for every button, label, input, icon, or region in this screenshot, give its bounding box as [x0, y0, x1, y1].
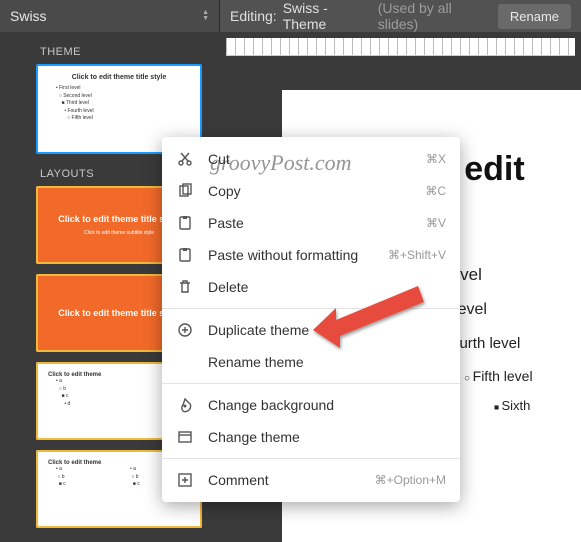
context-menu-separator: [162, 308, 460, 309]
bullet-level-6[interactable]: Sixth: [494, 398, 581, 413]
paste-icon: [176, 214, 194, 232]
context-menu: Cut ⌘X Copy ⌘C Paste ⌘V Paste without formatti…: [162, 137, 460, 502]
context-menu-item-paste[interactable]: Paste ⌘V: [162, 207, 460, 239]
thumb-bullets: • a ○ b ■ c: [48, 466, 116, 489]
context-menu-label: Delete: [208, 279, 446, 295]
context-menu-item-duplicate-theme[interactable]: Duplicate theme: [162, 314, 460, 346]
dupe-icon: [176, 321, 194, 339]
context-menu-shortcut: ⌘C: [425, 184, 446, 198]
context-menu-separator: [162, 458, 460, 459]
context-menu-item-change-theme[interactable]: Change theme: [162, 421, 460, 453]
theme-icon: [176, 428, 194, 446]
editing-prefix: Editing:: [230, 8, 277, 24]
context-menu-label: Change background: [208, 397, 446, 413]
context-menu-shortcut: ⌘X: [426, 152, 446, 166]
theme-selector[interactable]: Swiss ▲▼: [0, 0, 220, 32]
context-menu-label: Rename theme: [208, 354, 446, 370]
context-menu-label: Comment: [208, 472, 361, 488]
context-menu-item-cut[interactable]: Cut ⌘X: [162, 143, 460, 175]
context-menu-shortcut: ⌘+Option+M: [375, 473, 446, 487]
cut-icon: [176, 150, 194, 168]
context-menu-item-copy[interactable]: Copy ⌘C: [162, 175, 460, 207]
context-menu-item-paste-without-formatting[interactable]: Paste without formatting ⌘+Shift+V: [162, 239, 460, 271]
context-menu-label: Change theme: [208, 429, 446, 445]
context-menu-label: Duplicate theme: [208, 322, 446, 338]
paste-icon: [176, 246, 194, 264]
rename-button[interactable]: Rename: [498, 4, 571, 29]
context-menu-label: Copy: [208, 183, 411, 199]
copy-icon: [176, 182, 194, 200]
bullet-level-5[interactable]: Fifth level: [464, 368, 581, 384]
horizontal-ruler[interactable]: [226, 38, 575, 56]
editing-detail: (Used by all slides): [378, 0, 492, 32]
context-menu-shortcut: ⌘+Shift+V: [388, 248, 446, 262]
chevron-updown-icon: ▲▼: [202, 10, 209, 22]
delete-icon: [176, 278, 194, 296]
theme-selector-label: Swiss: [10, 8, 47, 24]
context-menu-item-comment[interactable]: Comment ⌘+Option+M: [162, 464, 460, 496]
context-menu-item-change-background[interactable]: Change background: [162, 389, 460, 421]
theme-section-label: THEME: [0, 42, 220, 64]
context-menu-item-delete[interactable]: Delete: [162, 271, 460, 303]
comment-icon: [176, 471, 194, 489]
editing-header: Editing: Swiss - Theme (Used by all slid…: [220, 0, 581, 32]
thumb-title: Click to edit theme title style: [48, 74, 190, 81]
context-menu-label: Paste: [208, 215, 412, 231]
context-menu-separator: [162, 383, 460, 384]
context-menu-shortcut: ⌘V: [426, 216, 446, 230]
bg-icon: [176, 396, 194, 414]
context-menu-label: Paste without formatting: [208, 247, 374, 263]
context-menu-item-rename-theme[interactable]: Rename theme: [162, 346, 460, 378]
editing-title: Swiss - Theme: [283, 0, 372, 32]
blank-icon: [176, 353, 194, 371]
thumb-bullets: • First level ○ Second level ■ Third lev…: [48, 85, 190, 123]
context-menu-label: Cut: [208, 151, 412, 167]
